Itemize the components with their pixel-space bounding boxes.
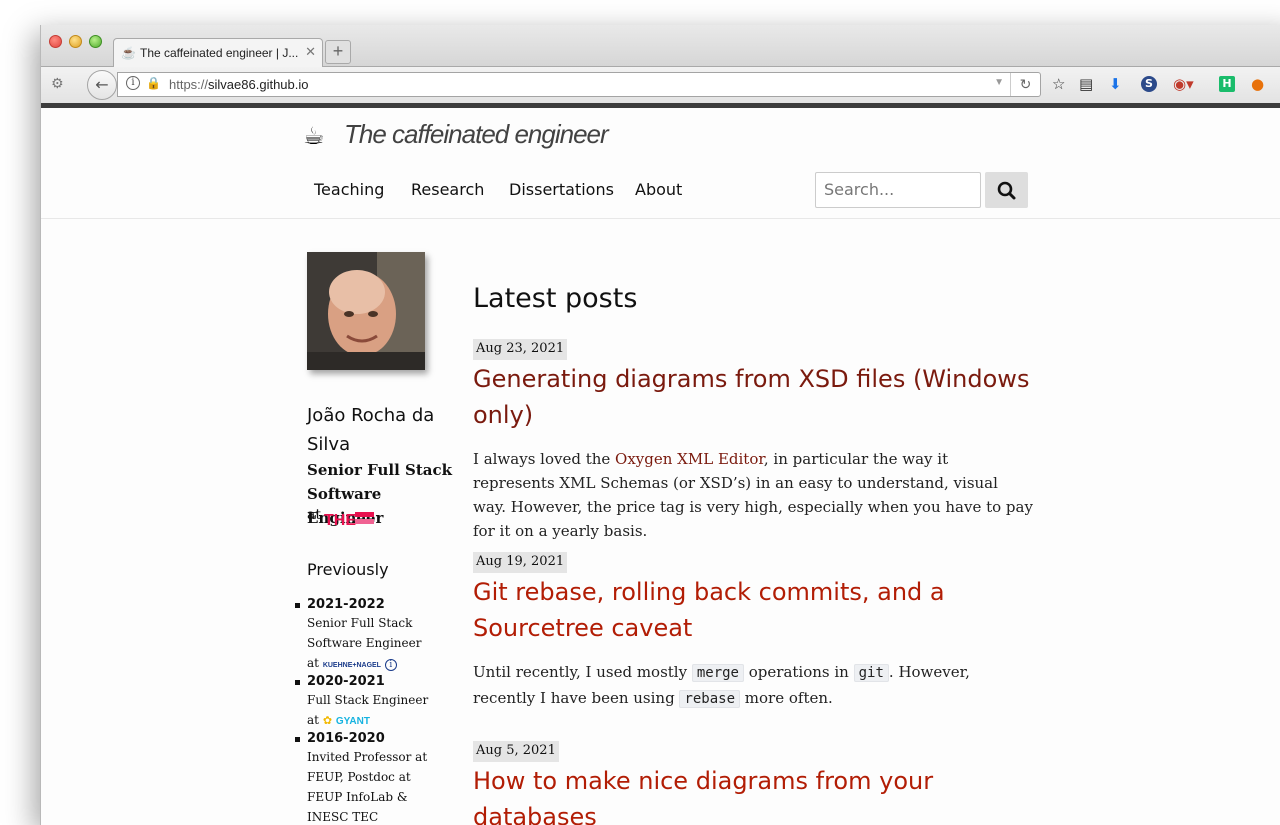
coffee-cup-icon: ☕ (303, 122, 325, 150)
post-date: Aug 19, 2021 (473, 552, 568, 573)
history-menu-icon[interactable]: ⚙︎ (51, 76, 64, 92)
extension-s-icon[interactable]: S (1141, 76, 1157, 92)
info-icon[interactable]: i (126, 76, 140, 90)
address-bar[interactable]: i 🔒 https://silvae86.github.io ▼ ↻ (117, 72, 1041, 97)
post-excerpt: Until recently, I used mostly merge oper… (473, 663, 970, 708)
code-rebase: rebase (679, 690, 741, 708)
bullet (295, 680, 300, 685)
minimize-window-button[interactable] (69, 35, 82, 48)
site-header: ☕ The caffeinated engineer Teaching Rese… (41, 108, 1280, 219)
close-window-button[interactable] (49, 35, 62, 48)
extension-record-icon[interactable]: ◉▾ (1173, 76, 1194, 92)
nav-research[interactable]: Research (411, 180, 484, 199)
tab-title: The caffeinated engineer | J... (140, 46, 299, 60)
author-name: João Rocha da Silva (307, 405, 435, 455)
tab-strip: ☕ The caffeinated engineer | J... ✕ + (41, 25, 1280, 67)
bullet (295, 603, 300, 608)
the-logo[interactable]: THE (324, 510, 374, 527)
post-excerpt: I always loved the Oxygen XML Editor, in… (473, 450, 1033, 540)
reload-icon[interactable]: ↻ (1010, 73, 1040, 96)
history-years: 2021-2022 (307, 597, 385, 612)
search-icon (997, 181, 1016, 200)
navigation-toolbar: ⚙︎ ← i 🔒 https://silvae86.github.io ▼ ↻ … (41, 67, 1280, 103)
code-git: git (853, 664, 889, 682)
tab-close-icon[interactable]: ✕ (305, 44, 316, 60)
browser-window: ☕ The caffeinated engineer | J... ✕ + ⚙︎… (40, 25, 1280, 825)
web-page: ☕ The caffeinated engineer Teaching Rese… (41, 108, 1280, 825)
history-years: 2016-2020 (307, 731, 385, 746)
avatar-photo (307, 252, 425, 370)
previously-heading: Previously (307, 560, 389, 579)
history-years: 2020-2021 (307, 674, 385, 689)
post-title-link[interactable]: How to make nice diagrams from your data… (473, 763, 1043, 825)
svg-text:THE: THE (324, 512, 356, 527)
url-text[interactable]: https://silvae86.github.io (169, 77, 309, 92)
arrow-left-icon: ← (95, 75, 109, 94)
bullet (295, 737, 300, 742)
lock-icon[interactable]: 🔒 (146, 76, 161, 90)
extension-h-icon[interactable]: H (1219, 76, 1235, 92)
gyant-logo[interactable]: GYANT (336, 716, 370, 727)
browser-tab[interactable]: ☕ The caffeinated engineer | J... ✕ (113, 38, 323, 67)
nav-dissertations[interactable]: Dissertations (509, 180, 614, 199)
download-icon[interactable]: ⬇ (1109, 76, 1122, 92)
site-title[interactable]: The caffeinated engineer (344, 119, 609, 150)
oxygen-link[interactable]: Oxygen XML Editor (615, 450, 764, 468)
firefox-menu-icon[interactable]: ● (1251, 76, 1264, 92)
latest-posts-heading: Latest posts (473, 283, 638, 314)
post-title-link[interactable]: Generating diagrams from XSD files (Wind… (473, 361, 1043, 433)
code-merge: merge (691, 664, 744, 682)
nav-teaching[interactable]: Teaching (314, 180, 384, 199)
new-tab-button[interactable]: + (325, 40, 351, 64)
back-button[interactable]: ← (87, 70, 117, 100)
zoom-window-button[interactable] (89, 35, 102, 48)
post-date: Aug 23, 2021 (473, 339, 568, 360)
url-dropdown-icon[interactable]: ▼ (994, 77, 1004, 88)
avatar (307, 252, 425, 370)
history-desc: Invited Professor at FEUP, Postdoc at FE… (307, 750, 428, 824)
info-icon[interactable]: i (384, 659, 397, 671)
search-input[interactable]: Search... (815, 172, 981, 208)
reading-list-icon[interactable]: ▤ (1079, 76, 1093, 92)
nav-about[interactable]: About (635, 180, 682, 199)
author-at-label: at (307, 507, 321, 523)
coffee-favicon-icon: ☕ (121, 46, 136, 60)
search-button[interactable] (985, 172, 1028, 208)
gyant-logo-icon: ✿ (322, 714, 333, 727)
bookmark-star-icon[interactable]: ☆ (1052, 76, 1065, 92)
history-desc: Senior Full Stack Software Engineer at K… (307, 616, 422, 671)
history-desc: Full Stack Engineer at ✿ GYANT (307, 693, 429, 727)
post-title-link[interactable]: Git rebase, rolling back commits, and a … (473, 574, 1043, 646)
kuehne-nagel-logo[interactable]: KUEHNE+NAGEL (323, 662, 381, 669)
post-date: Aug 5, 2021 (473, 741, 559, 762)
